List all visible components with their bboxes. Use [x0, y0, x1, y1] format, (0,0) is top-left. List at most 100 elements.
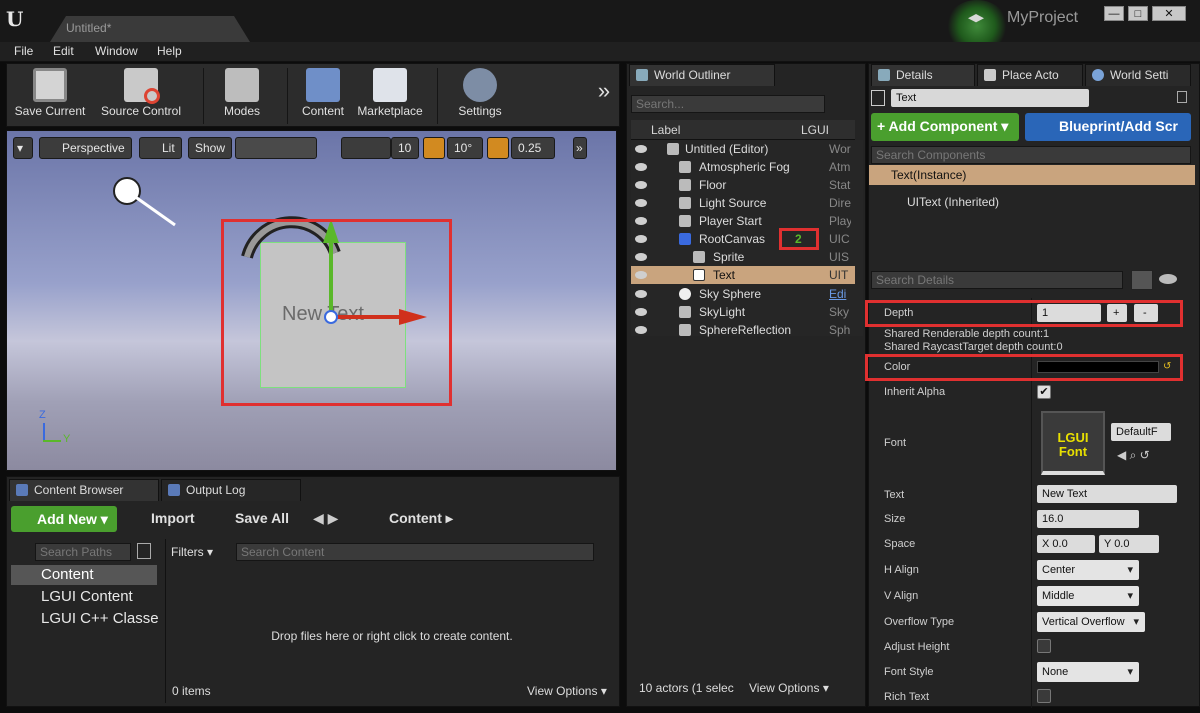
settings-button[interactable]: Settings [447, 68, 513, 124]
level-viewport[interactable]: ▾ Perspective Lit Show 10 10° 0.25 » New… [6, 130, 617, 471]
eye-icon[interactable] [635, 163, 647, 171]
maximize-button[interactable]: □ [1128, 6, 1148, 21]
content-browser-icon [16, 484, 28, 496]
transform-tools[interactable] [235, 137, 317, 159]
rich-text-checkbox[interactable] [1037, 689, 1051, 703]
toolbar-more-button[interactable]: » [593, 78, 615, 134]
modes-button[interactable]: Modes [211, 68, 273, 124]
outliner-view-options-button[interactable]: View Options ▾ [749, 681, 829, 695]
minimize-button[interactable]: — [1104, 6, 1124, 21]
outliner-row[interactable]: SphereReflection Sph [631, 321, 855, 339]
eye-icon[interactable] [635, 271, 647, 279]
outliner-row[interactable]: Floor Stat [631, 176, 855, 194]
tab-output-log[interactable]: Output Log [161, 479, 301, 501]
v-align-select[interactable]: Middle [1037, 586, 1139, 606]
list-view-icon[interactable] [137, 543, 151, 559]
folder-lgui-cpp-classes[interactable]: LGUI C++ Classe [11, 609, 161, 629]
font-thumbnail[interactable]: LGUI Font [1041, 411, 1105, 475]
outliner-row-selected[interactable]: Text UIT [631, 266, 855, 284]
save-all-button[interactable]: Save All [215, 510, 289, 526]
save-current-button[interactable]: Save Current [11, 68, 89, 124]
eye-icon[interactable] [635, 308, 647, 316]
outliner-row[interactable]: Atmospheric Fog Atm [631, 158, 855, 176]
search-content-input[interactable]: Search Content [236, 543, 594, 561]
font-style-select[interactable]: None [1037, 662, 1139, 682]
font-browse-icon[interactable]: ◀ ⌕ ↺ [1117, 448, 1150, 463]
grid-snap-value[interactable]: 10 [391, 137, 419, 159]
tab-world-outliner[interactable]: World Outliner [629, 64, 775, 86]
rotation-snap-value[interactable]: 10° [447, 137, 483, 159]
view-options-button[interactable]: View Options ▾ [527, 684, 607, 698]
search-details-input[interactable]: Search Details [871, 271, 1123, 289]
outliner-row[interactable]: Sky Sphere Edi [631, 285, 855, 303]
eye-icon[interactable] [635, 326, 647, 334]
lock-icon[interactable] [1177, 91, 1187, 103]
eye-icon[interactable] [635, 217, 647, 225]
h-align-select[interactable]: Center [1037, 560, 1139, 580]
search-paths-input[interactable]: Search Paths [35, 543, 131, 561]
visibility-eye-icon[interactable] [1159, 274, 1177, 284]
add-new-button[interactable]: Add New ▾ [11, 506, 117, 532]
blueprint-add-script-button[interactable]: Blueprint/Add Scr [1025, 113, 1191, 141]
tab-details[interactable]: Details [871, 64, 975, 86]
perspective-button[interactable]: Perspective [39, 137, 132, 159]
eye-icon[interactable] [635, 235, 647, 243]
outliner-row[interactable]: Untitled (Editor) Wor [631, 140, 855, 158]
outliner-row[interactable]: Player Start Play [631, 212, 855, 230]
document-tab[interactable]: Untitled* [50, 16, 250, 42]
inherit-alpha-checkbox[interactable]: ✔ [1037, 385, 1051, 399]
show-label: Show [195, 141, 226, 155]
viewport-more-button[interactable]: » [573, 137, 587, 159]
tab-content-browser[interactable]: Content Browser [9, 479, 159, 501]
text-input[interactable]: New Text [1037, 485, 1177, 503]
content-button[interactable]: Content [295, 68, 351, 124]
eye-icon[interactable] [635, 145, 647, 153]
adjust-height-checkbox[interactable] [1037, 639, 1051, 653]
marketplace-button[interactable]: Marketplace [353, 68, 427, 124]
filters-button[interactable]: Filters ▾ [171, 545, 213, 559]
scale-snap-icon[interactable] [487, 137, 509, 159]
menu-edit[interactable]: Edit [53, 44, 74, 58]
menu-window[interactable]: Window [95, 44, 138, 58]
property-matrix-icon[interactable] [1131, 270, 1153, 290]
outliner-row[interactable]: RootCanvas 2 UIC [631, 230, 855, 248]
component-instance[interactable]: Text(Instance) [869, 165, 1195, 185]
outliner-search-input[interactable]: Search... [631, 95, 825, 113]
eye-icon[interactable] [635, 181, 647, 189]
col-type[interactable]: LGUI [801, 123, 829, 137]
sun-light-icon[interactable] [101, 167, 181, 227]
menu-file[interactable]: File [14, 44, 33, 58]
col-label[interactable]: Label [651, 123, 680, 137]
size-input[interactable]: 16.0 [1037, 510, 1139, 528]
import-button[interactable]: Import [131, 510, 195, 526]
history-back-button[interactable]: ◀ ▶ [313, 510, 338, 527]
source-control-button[interactable]: Source Control [93, 68, 189, 124]
eye-icon[interactable] [635, 253, 647, 261]
close-button[interactable]: ✕ [1152, 6, 1186, 21]
show-button[interactable]: Show [188, 137, 233, 159]
lit-button[interactable]: Lit [139, 137, 182, 159]
outliner-row[interactable]: SkyLight Sky [631, 303, 855, 321]
outliner-row[interactable]: Sprite UIS [631, 248, 855, 266]
actor-name-field[interactable]: Text [891, 89, 1089, 107]
eye-icon[interactable] [635, 290, 647, 298]
scale-snap-value[interactable]: 0.25 [511, 137, 555, 159]
folder-content[interactable]: Content [11, 565, 157, 585]
outliner-row[interactable]: Light Source Dire [631, 194, 855, 212]
font-select[interactable]: DefaultF [1111, 423, 1171, 441]
surface-snap-button[interactable] [341, 137, 391, 159]
menu-help[interactable]: Help [157, 44, 182, 58]
path-breadcrumb[interactable]: Content ▸ [363, 510, 453, 527]
folder-lgui-content[interactable]: LGUI Content [11, 587, 161, 607]
space-x-input[interactable]: X 0.0 [1037, 535, 1095, 553]
rotation-snap-icon[interactable] [423, 137, 445, 159]
tab-place-actors[interactable]: Place Acto [977, 64, 1083, 86]
space-y-input[interactable]: Y 0.0 [1099, 535, 1159, 553]
viewport-options-button[interactable]: ▾ [13, 137, 33, 159]
add-component-button[interactable]: + Add Component ▾ [871, 113, 1019, 141]
component-inherited[interactable]: UIText (Inherited) [907, 194, 999, 210]
eye-icon[interactable] [635, 199, 647, 207]
overflow-type-select[interactable]: Vertical Overflow [1037, 612, 1145, 632]
search-components-input[interactable]: Search Components [871, 146, 1191, 164]
tab-world-settings[interactable]: World Setti [1085, 64, 1191, 86]
